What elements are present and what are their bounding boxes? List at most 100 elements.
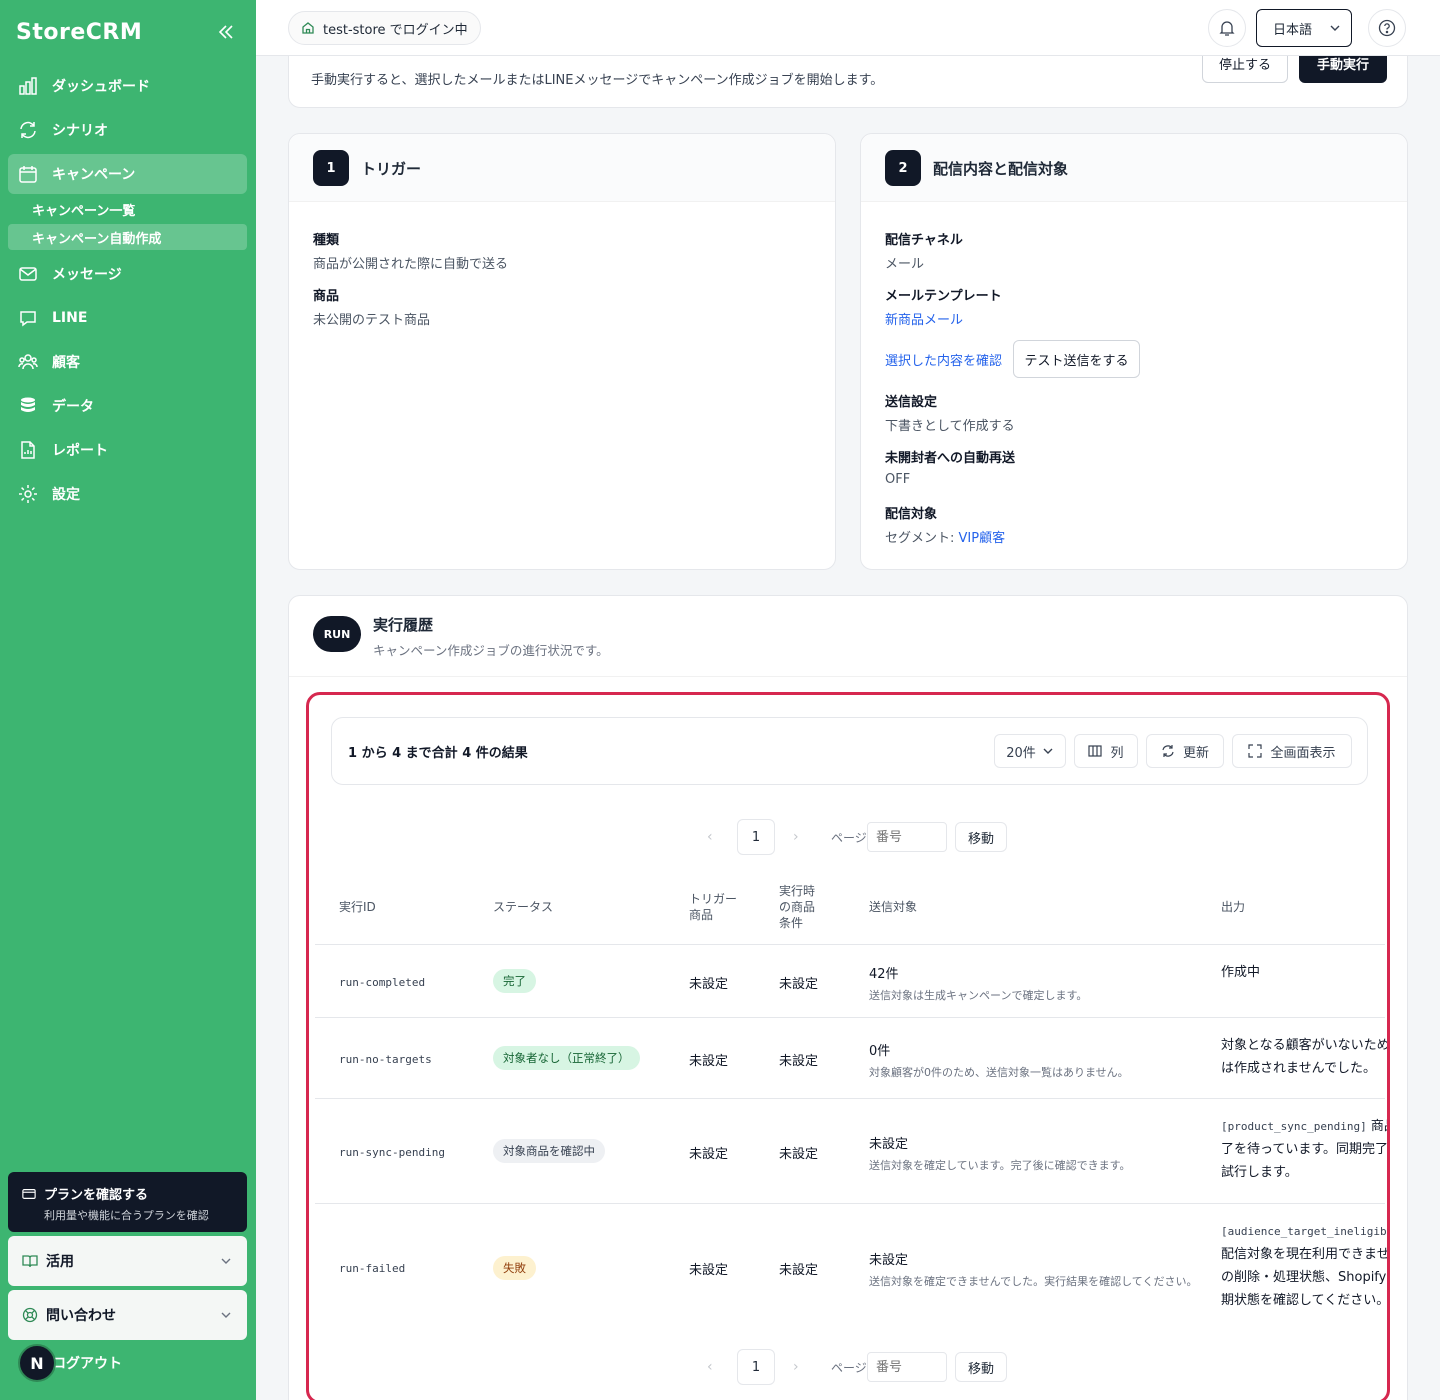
delivery-header: 2 配信内容と配信対象: [861, 134, 1407, 202]
logout-button[interactable]: N ログアウト: [18, 1344, 122, 1382]
output-line: 期状態を確認してください。: [1221, 1293, 1390, 1308]
condition: 未設定: [779, 1054, 819, 1069]
topbar: test-store でログイン中 日本語: [256, 0, 1440, 56]
col-condition[interactable]: 実行時 の商品 条件: [779, 883, 815, 931]
col-label: 条件: [779, 916, 804, 930]
language-select[interactable]: 日本語: [1256, 9, 1352, 47]
per-page-value: 20件: [1006, 745, 1036, 761]
confirm-selection-link[interactable]: 選択した内容を確認: [885, 350, 1002, 369]
condition: 未設定: [779, 1263, 819, 1278]
run-badge: RUN: [313, 616, 361, 652]
test-send-button[interactable]: テスト送信をする: [1013, 340, 1140, 378]
target-prefix: セグメント:: [885, 531, 959, 546]
send-setting-label: 送信設定: [885, 395, 938, 410]
col-target[interactable]: 送信対象: [869, 899, 917, 915]
contact-accordion[interactable]: 問い合わせ: [8, 1290, 247, 1340]
sidebar-item-dashboard[interactable]: ダッシュボード: [8, 66, 247, 106]
output: [product_sync_pending] 商品 了を待っています。同期完了後…: [1221, 1115, 1390, 1184]
bell-icon: [1219, 21, 1235, 36]
trigger-product-value: 未公開のテスト商品: [313, 313, 431, 328]
template-link[interactable]: 新商品メール: [885, 309, 963, 328]
document-icon: [21, 441, 35, 459]
bar-chart-icon: [19, 77, 37, 95]
next-page-button[interactable]: ›: [793, 1359, 799, 1375]
store-indicator[interactable]: test-store でログイン中: [288, 11, 481, 45]
page-number-input[interactable]: [867, 1352, 947, 1382]
prev-page-button[interactable]: ‹: [707, 1359, 713, 1375]
output-code: [product_sync_pending]: [1221, 1120, 1367, 1133]
plan-title: プランを確認する: [44, 1188, 149, 1203]
table-row[interactable]: run-no-targets 対象者なし（正常終了） 未設定 未設定 0件 対象…: [315, 1018, 1387, 1099]
avatar: N: [18, 1344, 56, 1382]
table-row[interactable]: run-failed 失敗 未設定 未設定 未設定 送信対象を確定できませんでし…: [315, 1204, 1387, 1326]
send-setting-value: 下書きとして作成する: [885, 419, 1015, 434]
users-icon: [18, 354, 38, 370]
segment-link[interactable]: VIP顧客: [959, 531, 1006, 546]
next-page-button[interactable]: ›: [793, 829, 799, 845]
credit-card-icon: [22, 1188, 36, 1199]
notification-button[interactable]: [1208, 9, 1246, 47]
sidebar-subitem-campaign-auto[interactable]: キャンペーン自動作成: [8, 224, 247, 250]
target-value: セグメント: VIP顧客: [885, 527, 1005, 546]
chevron-down-icon: [1043, 748, 1053, 754]
trigger-product: 未設定: [689, 977, 729, 992]
table-row[interactable]: run-sync-pending 対象商品を確認中 未設定 未設定 未設定 送信…: [315, 1099, 1387, 1204]
per-page-select[interactable]: 20件: [994, 734, 1066, 768]
resend-value: OFF: [885, 472, 911, 487]
sidebar-item-label: データ: [52, 399, 94, 415]
sidebar-item-label: 顧客: [52, 355, 80, 371]
refresh-cycle-icon: [20, 121, 36, 139]
status-badge: 対象商品を確認中: [493, 1139, 605, 1163]
go-page-button[interactable]: 移動: [955, 1352, 1007, 1382]
chevron-down-icon: [1330, 25, 1340, 31]
table-toolbar: 1 から 4 まで合計 4 件の結果 20件 列 更新 全画面表示: [331, 717, 1368, 785]
fullscreen-button[interactable]: 全画面表示: [1232, 734, 1352, 768]
sidebar-item-message[interactable]: メッセージ: [8, 254, 247, 294]
usage-accordion[interactable]: 活用: [8, 1236, 247, 1286]
col-id[interactable]: 実行ID: [339, 899, 376, 915]
current-page[interactable]: 1: [737, 819, 775, 855]
sidebar-item-campaign[interactable]: キャンペーン: [8, 154, 247, 194]
table-header: 実行ID ステータス トリガー 商品 実行時 の商品 条件 送信対象 出力: [315, 869, 1385, 945]
collapse-sidebar-icon[interactable]: [216, 22, 236, 42]
run-id: run-failed: [339, 1262, 406, 1275]
output-line: 了を待っています。同期完了後: [1221, 1142, 1390, 1157]
col-label: 実行時: [779, 884, 816, 898]
sidebar-item-report[interactable]: レポート: [8, 430, 247, 470]
brand-logo[interactable]: StoreCRM: [16, 20, 142, 45]
sidebar-item-line[interactable]: LINE: [8, 298, 247, 338]
output: [audience_target_ineligib 配信対象を現在利用できませ …: [1221, 1220, 1390, 1312]
trigger-product: 未設定: [689, 1147, 729, 1162]
logout-label: ログアウト: [52, 1356, 122, 1372]
run-history-subtitle: キャンペーン作成ジョブの進行状況です。: [373, 643, 609, 658]
help-button[interactable]: [1368, 9, 1406, 47]
sidebar-item-settings[interactable]: 設定: [8, 474, 247, 514]
delivery-card: 2 配信内容と配信対象 配信チャネル メール メールテンプレート 新商品メール …: [860, 133, 1408, 570]
table-row[interactable]: run-completed 完了 未設定 未設定 42件 送信対象は生成キャンペ…: [315, 945, 1385, 1018]
sidebar-nav: ダッシュボード シナリオ キャンペーン キャンペーン一覧 キャンペーン自動作成 …: [8, 66, 247, 518]
page-number-input[interactable]: [867, 822, 947, 852]
step-number: 2: [885, 150, 921, 186]
usage-label: 活用: [46, 1254, 74, 1270]
col-status[interactable]: ステータス: [493, 899, 553, 915]
refresh-button[interactable]: 更新: [1146, 734, 1224, 768]
sidebar-subitem-campaign-list[interactable]: キャンペーン一覧: [8, 196, 247, 222]
page-label: ページ: [831, 831, 867, 845]
pagination-bottom: ‹ 1 › ページ 移動: [309, 1349, 1387, 1385]
sidebar-item-customers[interactable]: 顧客: [8, 342, 247, 382]
output-line: の削除・処理状態、Shopifyセ: [1221, 1270, 1390, 1285]
sidebar-item-scenario[interactable]: シナリオ: [8, 110, 247, 150]
prev-page-button[interactable]: ‹: [707, 829, 713, 845]
target-count: 未設定: [869, 1137, 909, 1152]
refresh-icon: [1162, 745, 1174, 757]
output-line: 対象となる顧客がいないため、: [1221, 1038, 1390, 1053]
columns-button[interactable]: 列: [1074, 734, 1138, 768]
go-page-button[interactable]: 移動: [955, 822, 1007, 852]
col-trigger-product[interactable]: トリガー 商品: [689, 891, 737, 923]
sidebar-item-data[interactable]: データ: [8, 386, 247, 426]
current-page[interactable]: 1: [737, 1349, 775, 1385]
col-output[interactable]: 出力: [1221, 899, 1245, 915]
plan-button[interactable]: プランを確認する 利用量や機能に合うプランを確認: [8, 1172, 247, 1232]
database-icon: [21, 397, 35, 412]
calendar-icon: [19, 166, 37, 183]
